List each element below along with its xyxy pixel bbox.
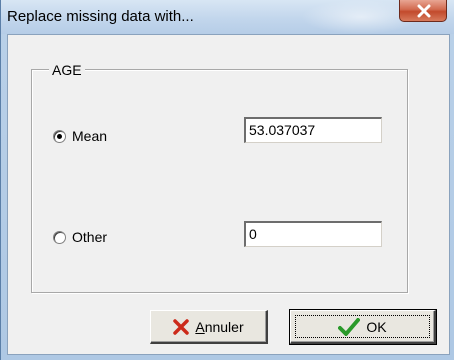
window-title: Replace missing data with... xyxy=(7,8,194,25)
cancel-label: Annuler xyxy=(195,318,244,335)
title-bar[interactable]: Replace missing data with... xyxy=(1,0,454,34)
mean-label[interactable]: Mean xyxy=(72,128,107,144)
age-groupbox xyxy=(31,69,408,293)
group-label: AGE xyxy=(49,62,85,78)
cancel-button[interactable]: Annuler xyxy=(150,310,268,344)
cancel-label-rest: nnuler xyxy=(204,318,244,335)
other-radio[interactable] xyxy=(53,231,66,244)
other-value-field[interactable]: 0 xyxy=(244,221,382,247)
mean-radio[interactable] xyxy=(53,130,66,143)
ok-button[interactable]: OK xyxy=(289,309,437,345)
checkmark-icon xyxy=(338,317,361,336)
mean-value-field[interactable]: 53.037037 xyxy=(244,117,382,143)
radio-selected-dot xyxy=(57,134,62,139)
x-icon xyxy=(173,318,190,335)
close-icon xyxy=(417,4,431,18)
ok-label: OK xyxy=(366,318,387,335)
close-button[interactable] xyxy=(399,0,447,22)
other-label[interactable]: Other xyxy=(72,229,107,245)
